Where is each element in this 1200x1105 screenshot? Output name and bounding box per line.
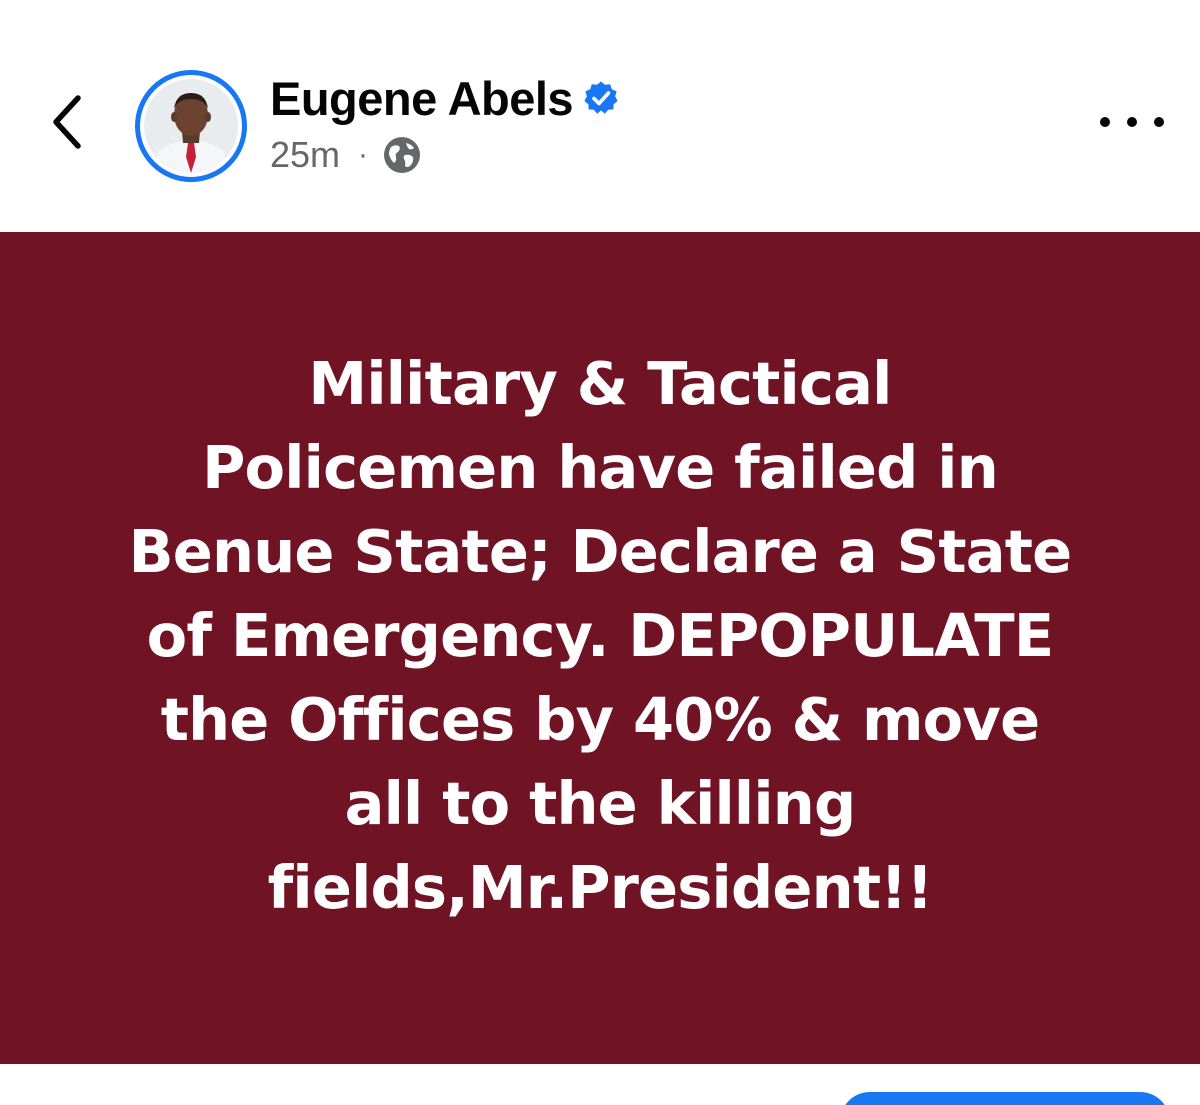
post-text-background: Military & Tactical Policemen have faile… <box>0 232 1200 1064</box>
more-horizontal-icon <box>1100 117 1110 127</box>
more-horizontal-icon-dot <box>1127 117 1137 127</box>
author-avatar[interactable] <box>135 70 247 182</box>
action-button-partial[interactable] <box>840 1092 1170 1105</box>
more-horizontal-icon-dot <box>1154 117 1164 127</box>
chevron-left-icon <box>53 95 81 149</box>
more-options-button[interactable] <box>1100 102 1164 142</box>
meta-separator: · <box>358 138 369 171</box>
author-name[interactable]: Eugene Abels <box>270 71 574 126</box>
post-header: Eugene Abels 25m · <box>0 0 1200 232</box>
post-meta: 25m · <box>270 132 422 178</box>
back-button[interactable] <box>38 92 98 152</box>
verified-badge-icon <box>584 81 618 114</box>
avatar-photo <box>144 79 238 173</box>
post-text: Military & Tactical Policemen have faile… <box>128 349 1073 922</box>
author-line: Eugene Abels <box>270 66 619 130</box>
post-screen: Eugene Abels 25m · Military & Tactical P… <box>0 0 1200 1105</box>
post-timestamp[interactable]: 25m <box>270 134 340 176</box>
globe-icon[interactable] <box>382 135 422 175</box>
